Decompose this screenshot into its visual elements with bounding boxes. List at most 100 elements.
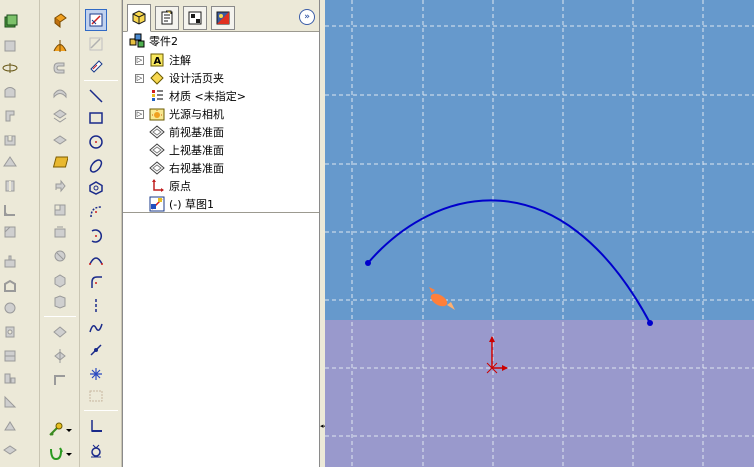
tree-item-label: 设计活页夹 bbox=[169, 72, 224, 85]
plane-icon bbox=[149, 160, 165, 176]
extruded-cut-icon[interactable] bbox=[0, 106, 20, 126]
convert-entities-icon[interactable] bbox=[86, 386, 106, 406]
extend-surface-icon[interactable] bbox=[50, 176, 70, 196]
tree-item-annotations[interactable]: ▷ A 注解 bbox=[135, 51, 191, 69]
revolve-surface-icon[interactable] bbox=[50, 36, 70, 56]
knit-surface-icon[interactable] bbox=[50, 222, 70, 242]
tree-item-design-binder[interactable]: ▷ 设计活页夹 bbox=[135, 69, 224, 87]
smart-dimension-icon[interactable] bbox=[86, 56, 106, 76]
tree-item-sketch1[interactable]: (-) 草图1 bbox=[149, 195, 214, 213]
mirror-icon[interactable] bbox=[0, 368, 20, 388]
3d-sketch-icon[interactable] bbox=[86, 34, 106, 54]
features-toolbar bbox=[0, 0, 40, 467]
plane-icon bbox=[149, 142, 165, 158]
delete-face-icon[interactable] bbox=[50, 246, 70, 266]
coordinate-system-icon[interactable] bbox=[50, 370, 70, 390]
arc-end-point[interactable] bbox=[647, 320, 653, 326]
shell-icon[interactable] bbox=[0, 276, 20, 296]
tree-item-material[interactable]: 材质 <未指定> bbox=[149, 87, 246, 105]
lofted-cut-icon[interactable] bbox=[0, 176, 20, 196]
tree-root-label: 零件2 bbox=[149, 35, 178, 48]
tree-item-front-plane[interactable]: 前视基准面 bbox=[149, 123, 224, 141]
draft-icon[interactable] bbox=[0, 298, 20, 318]
expand-toggle[interactable]: ▷ bbox=[135, 55, 144, 65]
origin-icon bbox=[149, 178, 165, 194]
reference-point-icon[interactable] bbox=[46, 420, 66, 440]
move-body-icon[interactable] bbox=[0, 440, 20, 460]
sketch-text-icon[interactable] bbox=[86, 364, 106, 384]
part-icon bbox=[129, 33, 145, 49]
chamfer-icon[interactable] bbox=[0, 222, 20, 242]
polygon-icon[interactable] bbox=[86, 178, 106, 198]
fill-surface-icon[interactable] bbox=[50, 292, 70, 312]
svg-text:A: A bbox=[154, 56, 162, 67]
display-relations-icon[interactable] bbox=[86, 440, 106, 460]
split-icon[interactable] bbox=[0, 416, 20, 436]
tree-root[interactable]: 零件2 bbox=[129, 32, 178, 50]
dome-icon[interactable] bbox=[0, 346, 20, 366]
reference-point-dropdown[interactable] bbox=[64, 420, 74, 440]
display-manager-tab[interactable] bbox=[211, 6, 235, 30]
graphics-area[interactable] bbox=[325, 0, 754, 467]
reference-plane-icon[interactable] bbox=[50, 322, 70, 342]
expand-toggle[interactable]: ▷ bbox=[135, 73, 144, 83]
hole-wizard-icon[interactable] bbox=[0, 322, 20, 342]
arc-start-point[interactable] bbox=[365, 260, 371, 266]
centerpoint-arc-icon[interactable] bbox=[86, 226, 106, 246]
circle-icon[interactable] bbox=[86, 132, 106, 152]
lights-cameras-icon bbox=[149, 106, 165, 122]
sketch-icon[interactable] bbox=[85, 9, 107, 31]
point-icon[interactable] bbox=[86, 340, 106, 360]
extrude-surface-icon[interactable] bbox=[50, 10, 70, 30]
feature-manager-tab[interactable] bbox=[127, 4, 151, 32]
spline-icon[interactable] bbox=[86, 318, 106, 338]
ellipse-icon[interactable] bbox=[86, 156, 106, 176]
revolved-cut-icon[interactable] bbox=[0, 130, 20, 150]
replace-face-icon[interactable] bbox=[50, 270, 70, 290]
property-manager-tab[interactable] bbox=[155, 6, 179, 30]
expand-panel-button[interactable]: » bbox=[299, 9, 315, 25]
reference-axis-icon[interactable] bbox=[50, 346, 70, 366]
offset-surface-icon[interactable] bbox=[50, 106, 70, 126]
configuration-manager-tab[interactable] bbox=[183, 6, 207, 30]
annotations-icon: A bbox=[149, 52, 165, 68]
add-relation-icon[interactable] bbox=[86, 416, 106, 436]
extruded-boss-icon[interactable] bbox=[0, 12, 20, 32]
sweep-surface-icon[interactable] bbox=[50, 58, 70, 78]
expand-toggle[interactable]: ▷ bbox=[135, 109, 144, 119]
tree-item-lights-cameras[interactable]: ▷ 光源与相机 bbox=[135, 105, 224, 123]
scale-icon[interactable] bbox=[0, 392, 20, 412]
curves-icon[interactable] bbox=[46, 444, 66, 464]
trim-surface-icon[interactable] bbox=[50, 200, 70, 220]
configuration-manager-icon bbox=[188, 11, 202, 25]
3-point-arc-icon[interactable] bbox=[86, 250, 106, 270]
fillet-icon[interactable] bbox=[0, 200, 20, 220]
tree-item-label: 右视基准面 bbox=[169, 162, 224, 175]
tree-item-label: 注解 bbox=[169, 54, 191, 67]
centerline-icon[interactable] bbox=[86, 296, 106, 316]
design-binder-icon bbox=[149, 70, 165, 86]
tangent-arc-icon[interactable] bbox=[86, 202, 106, 222]
line-icon[interactable] bbox=[86, 86, 106, 106]
rib-icon[interactable] bbox=[0, 252, 20, 272]
rectangle-icon[interactable] bbox=[86, 108, 106, 128]
planar-surface-icon[interactable] bbox=[50, 152, 70, 172]
radiate-surface-icon[interactable] bbox=[50, 130, 70, 150]
swept-boss-icon[interactable] bbox=[0, 58, 20, 78]
tree-item-top-plane[interactable]: 上视基准面 bbox=[149, 141, 224, 159]
tree-item-right-plane[interactable]: 右视基准面 bbox=[149, 159, 224, 177]
material-icon bbox=[149, 88, 165, 104]
ground-plane bbox=[325, 320, 754, 467]
swept-cut-icon[interactable] bbox=[0, 152, 20, 172]
manager-tabs: » bbox=[123, 0, 319, 32]
tree-item-origin[interactable]: 原点 bbox=[149, 177, 191, 195]
lofted-boss-icon[interactable] bbox=[0, 82, 20, 102]
loft-surface-icon[interactable] bbox=[50, 82, 70, 102]
reference-geometry-toolbar bbox=[40, 0, 80, 467]
sketch-fillet-icon[interactable] bbox=[86, 272, 106, 292]
tree-item-label: 原点 bbox=[169, 180, 191, 193]
viewport-canvas[interactable] bbox=[325, 0, 754, 467]
revolved-boss-icon[interactable] bbox=[0, 36, 20, 56]
feature-manager-lower-pane bbox=[123, 212, 319, 467]
curves-dropdown[interactable] bbox=[64, 444, 74, 464]
